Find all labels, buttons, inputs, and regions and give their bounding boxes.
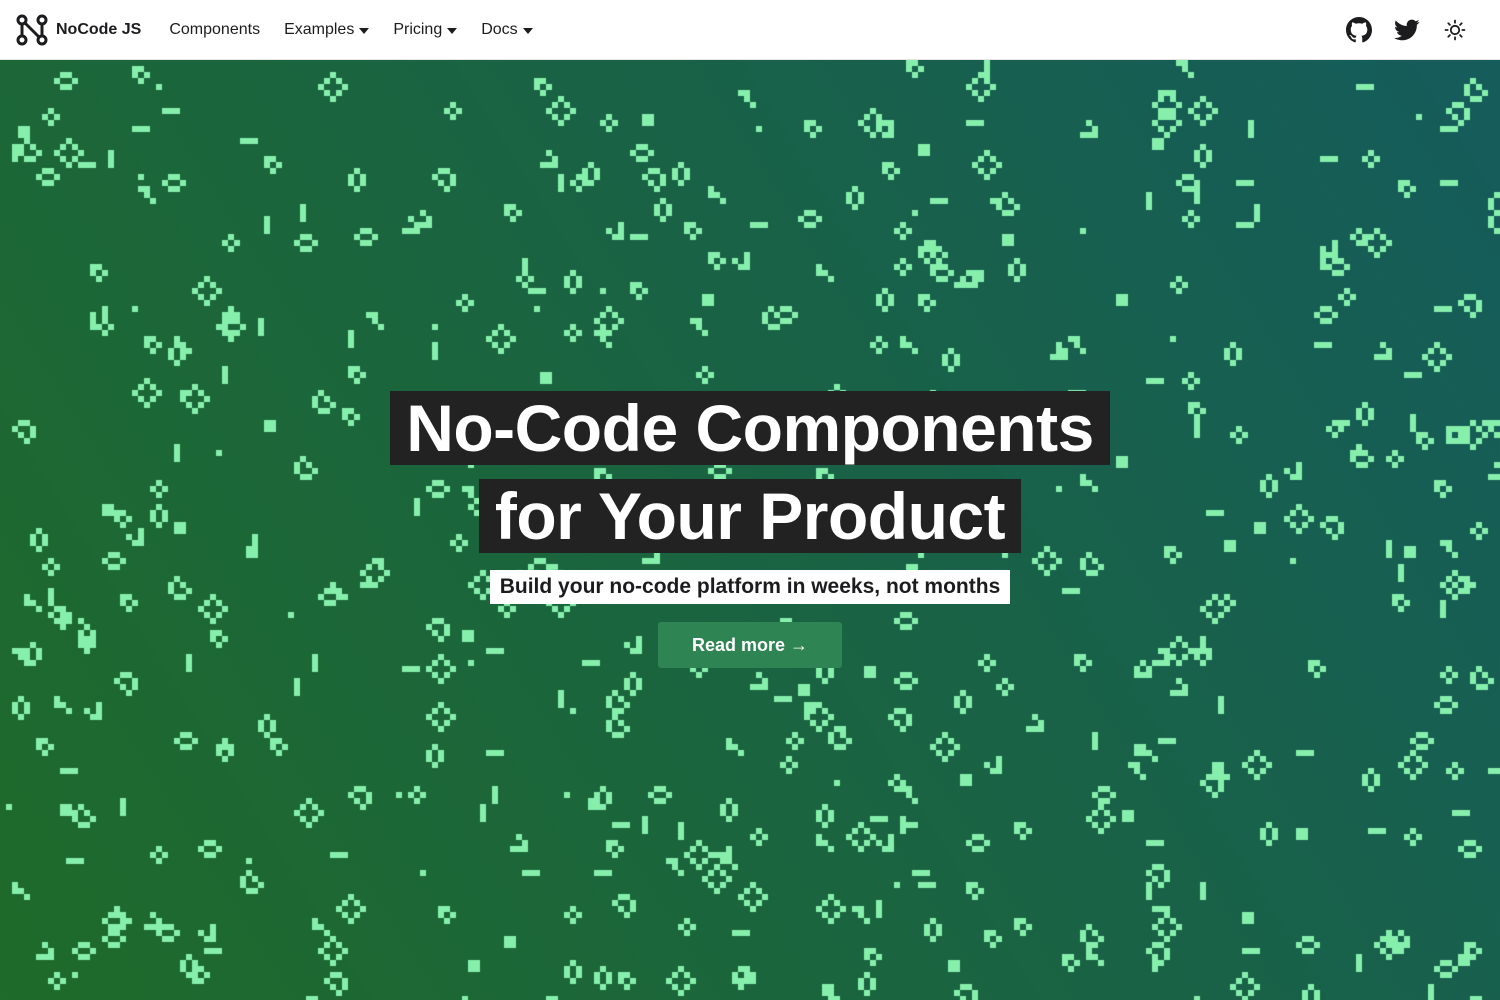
nav-components-label: Components (169, 20, 261, 38)
nav-icons (1324, 16, 1468, 43)
theme-toggle-sun-icon[interactable] (1442, 17, 1468, 43)
caret-down-icon (359, 27, 370, 34)
brand-link[interactable]: NoCode JS (16, 14, 141, 46)
nav-pricing-label: Pricing (393, 20, 443, 38)
hero-title-line2: for Your Product (478, 479, 1022, 553)
top-navbar: NoCode JS Components Examples Pricing Do… (0, 0, 1500, 60)
hero-section: No-Code Components for Your Product Build… (0, 60, 1500, 1000)
hero-title-line1: No-Code Components (390, 391, 1110, 465)
hero-title: No-Code Components for Your Product (390, 384, 1110, 560)
nav-examples-dropdown[interactable]: Examples (284, 20, 370, 39)
caret-down-icon (447, 27, 458, 34)
hero-content: No-Code Components for Your Product Build… (0, 384, 1500, 668)
github-icon[interactable] (1346, 16, 1372, 43)
hero-subtitle: Build your no-code platform in weeks, no… (489, 570, 1011, 604)
twitter-icon[interactable] (1394, 17, 1420, 43)
nav-docs-dropdown[interactable]: Docs (481, 20, 533, 39)
nav-pricing-dropdown[interactable]: Pricing (393, 20, 458, 39)
nocode-logo-icon (16, 14, 48, 46)
nav-components[interactable]: Components (169, 21, 260, 39)
nav-docs-label: Docs (481, 20, 518, 38)
caret-down-icon (522, 27, 533, 34)
nav-links: Components Examples Pricing Docs (169, 21, 556, 39)
nav-examples-label: Examples (284, 20, 355, 38)
brand-name: NoCode JS (56, 20, 142, 38)
read-more-button[interactable]: Read more → (658, 622, 842, 668)
